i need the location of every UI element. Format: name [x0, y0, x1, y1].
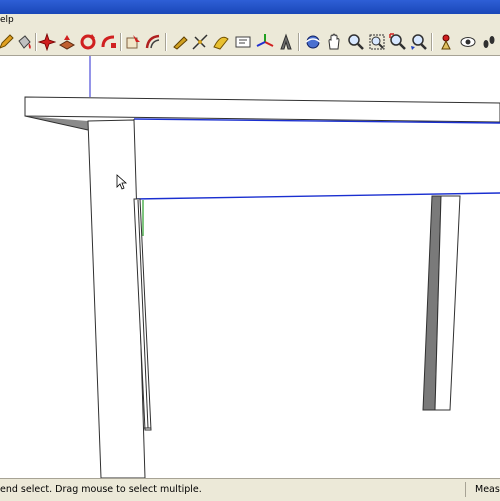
measurements-label: Measu	[475, 484, 500, 495]
zoom-extents-tool-icon[interactable]	[388, 32, 408, 52]
move-tool-icon[interactable]	[37, 32, 57, 52]
dimension-tool-icon[interactable]	[190, 32, 210, 52]
table-leg-back-right[interactable]	[422, 195, 461, 411]
look-around-icon[interactable]	[458, 32, 478, 52]
rotate-tool-icon[interactable]	[78, 32, 98, 52]
walk-tool-icon[interactable]	[479, 32, 499, 52]
measurements-box[interactable]: Measu	[465, 482, 500, 497]
zoom-tool-icon[interactable]	[346, 32, 366, 52]
pan-tool-icon[interactable]	[324, 32, 344, 52]
orbit-tool-icon[interactable]	[303, 32, 323, 52]
table-model-drawing	[24, 56, 500, 478]
offset-tool-icon[interactable]	[143, 32, 163, 52]
3d-model-viewport[interactable]	[0, 56, 500, 478]
menu-bar: elp	[0, 14, 500, 30]
status-hint-text: end select. Drag mouse to select multipl…	[0, 484, 202, 495]
window-title-bar	[0, 0, 500, 14]
status-bar: end select. Drag mouse to select multipl…	[0, 478, 500, 501]
table-apron[interactable]	[133, 118, 500, 200]
position-camera-icon[interactable]	[436, 32, 456, 52]
tape-measure-tool-icon[interactable]	[170, 32, 190, 52]
axes-tool-icon[interactable]	[255, 32, 275, 52]
3d-text-tool-icon[interactable]	[276, 32, 296, 52]
text-tool-icon[interactable]	[233, 32, 253, 52]
scale-tool-icon[interactable]	[123, 32, 143, 52]
large-tool-set-toolbar	[0, 29, 500, 56]
zoom-window-tool-icon[interactable]	[367, 32, 387, 52]
push-pull-tool-icon[interactable]	[57, 32, 77, 52]
protractor-tool-icon[interactable]	[211, 32, 231, 52]
paint-bucket-tool-icon[interactable]	[14, 32, 34, 52]
follow-me-tool-icon[interactable]	[99, 32, 119, 52]
previous-view-icon[interactable]	[409, 32, 429, 52]
menu-help[interactable]: elp	[0, 15, 14, 25]
